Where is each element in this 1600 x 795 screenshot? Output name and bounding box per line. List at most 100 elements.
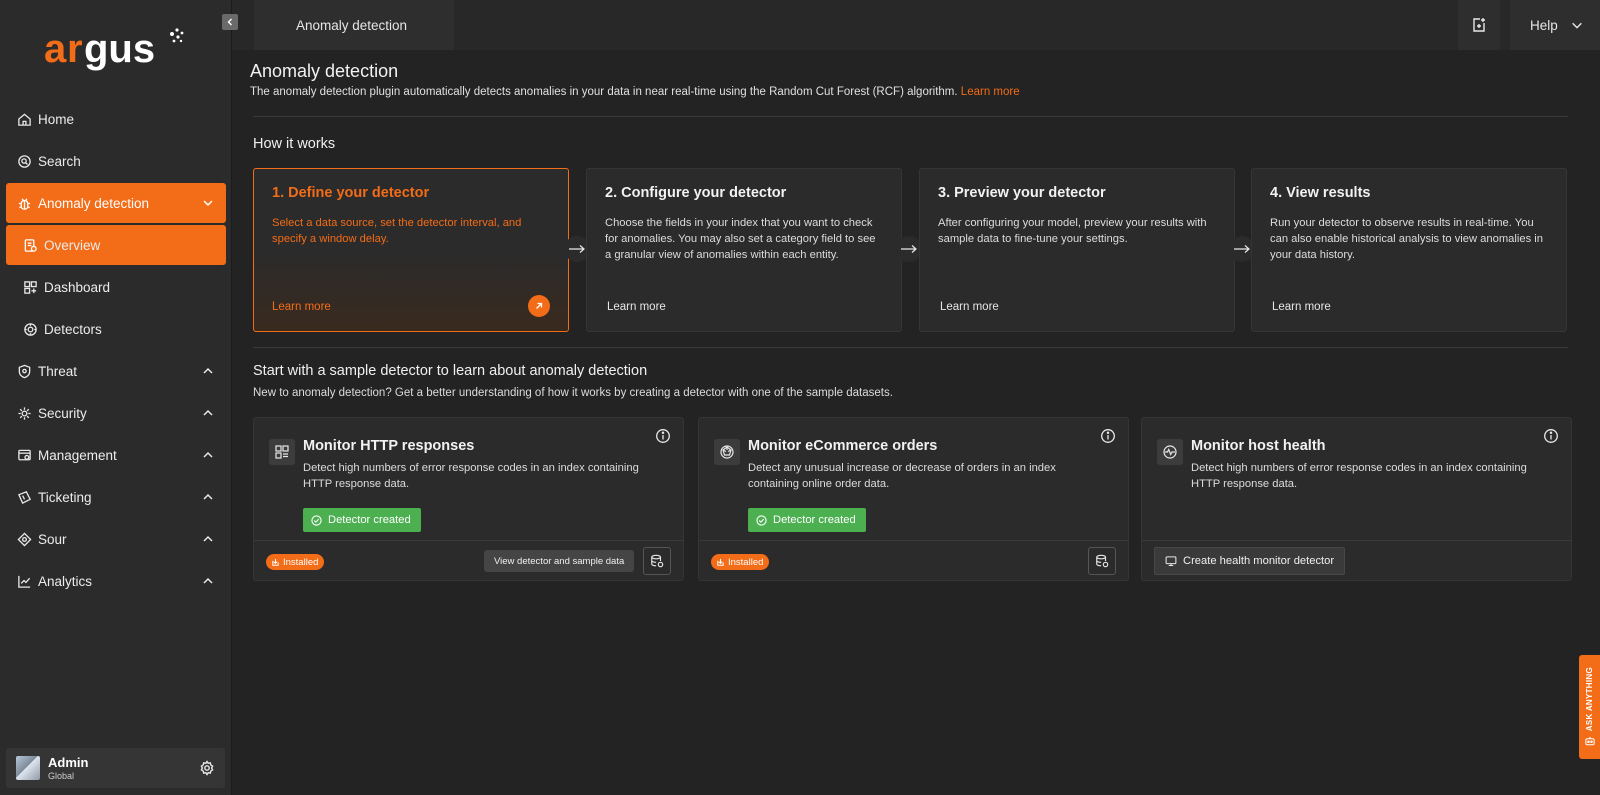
card-title: Monitor HTTP responses bbox=[303, 438, 475, 454]
sidebar-item-threat[interactable]: Threat bbox=[6, 351, 226, 391]
sidebar-item-label: Sour bbox=[38, 531, 67, 547]
card-description: Detect high numbers of error response co… bbox=[1191, 462, 1527, 490]
card-description: Detect high numbers of error response co… bbox=[303, 462, 639, 490]
card-description: Detect any unusual increase or decrease … bbox=[748, 462, 1056, 490]
step-text: Run your detector to observe results in … bbox=[1270, 217, 1543, 261]
user-name: Admin bbox=[48, 755, 89, 770]
sample-card-ecommerce: Monitor eCommerce orders Detect any unus… bbox=[698, 417, 1129, 581]
svg-text:r: r bbox=[67, 27, 83, 71]
sidebar-item-label: Search bbox=[38, 153, 81, 169]
sidebar-item-anomaly-detection[interactable]: Anomaly detection bbox=[6, 183, 226, 223]
chevron-up-icon bbox=[203, 535, 213, 542]
sidebar: a r gus Home Search Anomaly detection Ov… bbox=[0, 0, 232, 795]
detector-created-badge: Detector created bbox=[748, 508, 866, 532]
step-card-results[interactable]: 4. View results Run your detector to obs… bbox=[1251, 168, 1567, 332]
arrow-up-right-icon bbox=[536, 302, 543, 309]
sidebar-item-label: Security bbox=[38, 405, 87, 421]
badge-label: Detector created bbox=[328, 514, 411, 526]
new-tab-button[interactable] bbox=[1458, 0, 1500, 50]
sidebar-item-label: Analytics bbox=[38, 573, 93, 589]
info-icon[interactable] bbox=[1543, 428, 1559, 444]
view-sample-data-button[interactable] bbox=[1088, 547, 1116, 575]
sidebar-nav: Home Search Anomaly detection Overview D… bbox=[0, 97, 232, 603]
step-card-preview[interactable]: 3. Preview your detector After configuri… bbox=[919, 168, 1235, 332]
sidebar-item-label: Ticketing bbox=[38, 489, 92, 505]
add-page-icon bbox=[1473, 18, 1485, 32]
chevron-up-icon bbox=[203, 367, 213, 374]
page-description: The anomaly detection plugin automatical… bbox=[250, 86, 1020, 98]
overview-icon bbox=[22, 237, 38, 253]
tab-anomaly-detection[interactable]: Anomaly detection bbox=[254, 0, 454, 50]
sidebar-item-ticketing[interactable]: Ticketing bbox=[6, 477, 226, 517]
sample-section-title: Start with a sample detector to learn ab… bbox=[253, 363, 648, 379]
step-card-configure[interactable]: 2. Configure your detector Choose the fi… bbox=[586, 168, 902, 332]
tab-label: Anomaly detection bbox=[296, 17, 408, 33]
page-title: Anomaly detection bbox=[250, 61, 399, 81]
card-footer: Installed bbox=[699, 540, 1128, 580]
chevron-up-icon bbox=[203, 409, 213, 416]
page-description-text: The anomaly detection plugin automatical… bbox=[250, 86, 958, 98]
learn-more-link[interactable]: Learn more bbox=[961, 86, 1020, 98]
robot-icon bbox=[1584, 736, 1595, 746]
learn-more-link[interactable]: Learn more bbox=[607, 301, 666, 313]
sidebar-item-label: Dashboard bbox=[44, 279, 111, 295]
chevron-up-icon bbox=[203, 577, 213, 584]
sidebar-item-analytics[interactable]: Analytics bbox=[6, 561, 226, 601]
user-profile[interactable]: Admin Global bbox=[6, 748, 225, 788]
sidebar-item-detectors[interactable]: Detectors bbox=[6, 309, 226, 349]
management-icon bbox=[16, 447, 32, 463]
collapse-sidebar-button[interactable] bbox=[222, 14, 238, 30]
sidebar-item-sour[interactable]: Sour bbox=[6, 519, 226, 559]
sidebar-item-dashboard[interactable]: Dashboard bbox=[6, 267, 226, 307]
step-title: 2. Configure your detector bbox=[605, 185, 787, 201]
heartbeat-icon bbox=[1157, 439, 1183, 465]
sidebar-item-label: Overview bbox=[44, 237, 101, 253]
info-icon[interactable] bbox=[1100, 428, 1116, 444]
card-footer: Create health monitor detector bbox=[1142, 540, 1571, 580]
chevron-down-icon bbox=[1571, 22, 1582, 29]
sidebar-item-label: Home bbox=[38, 111, 75, 127]
step-card-define[interactable]: 1. Define your detector Select a data so… bbox=[253, 168, 569, 332]
learn-more-link[interactable]: Learn more bbox=[940, 301, 999, 313]
sidebar-item-management[interactable]: Management bbox=[6, 435, 226, 475]
step-text: Choose the fields in your index that you… bbox=[605, 217, 876, 261]
learn-more-link[interactable]: Learn more bbox=[272, 301, 331, 313]
search-icon bbox=[16, 153, 32, 169]
installed-icon bbox=[272, 558, 279, 566]
installed-badge: Installed bbox=[711, 554, 770, 570]
sidebar-item-home[interactable]: Home bbox=[6, 99, 226, 139]
view-sample-data-button[interactable] bbox=[643, 547, 671, 575]
info-icon[interactable] bbox=[655, 428, 671, 444]
shield-icon bbox=[16, 363, 32, 379]
database-icon bbox=[1096, 554, 1109, 568]
learn-more-link[interactable]: Learn more bbox=[1272, 301, 1331, 313]
chevron-down-icon bbox=[203, 200, 213, 207]
user-role: Global bbox=[48, 771, 75, 781]
ask-anything-label: ASK ANYTHING bbox=[1585, 666, 1594, 732]
argus-logo[interactable]: a r gus bbox=[44, 22, 186, 74]
divider bbox=[253, 347, 1568, 348]
security-icon bbox=[16, 405, 32, 421]
detector-created-badge: Detector created bbox=[303, 508, 421, 532]
create-health-monitor-button[interactable]: Create health monitor detector bbox=[1154, 547, 1346, 575]
help-menu-button[interactable]: Help bbox=[1510, 0, 1600, 50]
sidebar-item-label: Detectors bbox=[44, 321, 102, 337]
ticket-icon bbox=[16, 489, 32, 505]
sidebar-item-overview[interactable]: Overview bbox=[6, 225, 226, 265]
card-title: Monitor eCommerce orders bbox=[748, 438, 938, 454]
http-responses-icon bbox=[269, 439, 295, 465]
sample-card-http: Monitor HTTP responses Detect high numbe… bbox=[253, 417, 684, 581]
check-circle-icon bbox=[756, 514, 767, 526]
open-link-button[interactable] bbox=[528, 295, 550, 317]
database-icon bbox=[651, 554, 664, 568]
step-text: Select a data source, set the detector i… bbox=[272, 217, 522, 245]
ask-anything-tab[interactable]: ASK ANYTHING bbox=[1579, 655, 1600, 759]
gear-icon[interactable] bbox=[199, 760, 215, 776]
analytics-icon bbox=[16, 573, 32, 589]
step-text: After configuring your model, preview yo… bbox=[938, 217, 1207, 245]
sidebar-item-search[interactable]: Search bbox=[6, 141, 226, 181]
step-title: 3. Preview your detector bbox=[938, 185, 1106, 201]
chevron-up-icon bbox=[203, 451, 213, 458]
sidebar-item-security[interactable]: Security bbox=[6, 393, 226, 433]
divider bbox=[253, 116, 1568, 117]
